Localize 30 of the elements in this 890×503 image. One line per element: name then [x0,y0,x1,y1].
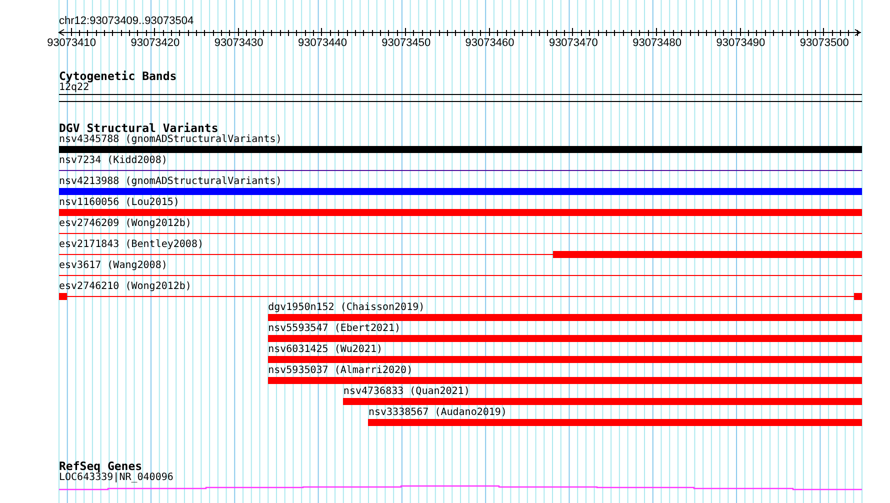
band-label: 12q22 [59,82,90,93]
variant-label: nsv6031425 (Wu2021) [268,344,382,355]
track-title: DGV Structural Variants [59,122,218,134]
variant-label: esv3617 (Wang2008) [59,260,168,271]
tick-label: 93073470 [548,37,598,49]
variant-label: nsv4213988 (gnomADStructuralVariants) [59,176,282,187]
variant-label: nsv1160056 (Lou2015) [59,197,180,208]
variant-label: nsv5593547 (Ebert2021) [268,323,401,334]
tick-label: 93073440 [298,37,347,49]
variant-label: esv2746209 (Wong2012b) [59,218,192,229]
tick-label: 93073480 [632,37,682,49]
tick-label: 93073420 [130,37,180,49]
variant-label: dgv1950n152 (Chaisson2019) [268,302,425,313]
variant-label: nsv3338567 (Audano2019) [368,407,507,418]
variant-label: esv2171843 (Bentley2008) [59,239,204,250]
range-label: chr12:93073409..93073504 [59,15,194,27]
gene-label: LOC643339|NR_040096 [59,472,174,483]
track-title: RefSeq Genes [59,460,142,472]
variant-label: nsv4345788 (gnomADStructuralVariants) [59,134,282,145]
tick-label: 93073490 [716,37,766,49]
track-title: Cytogenetic Bands [59,70,177,82]
tick-label: 93073430 [214,37,264,49]
tick-label: 93073500 [800,37,849,49]
tick-label: 93073410 [47,37,96,49]
tick-label: 93073450 [382,37,431,49]
tick-label: 93073460 [465,37,514,49]
variant-label: nsv5935037 (Almarri2020) [268,365,413,376]
variant-label: esv2746210 (Wong2012b) [59,281,192,292]
variant-label: nsv4736833 (Quan2021) [343,386,470,397]
variant-label: nsv7234 (Kidd2008) [59,155,168,166]
